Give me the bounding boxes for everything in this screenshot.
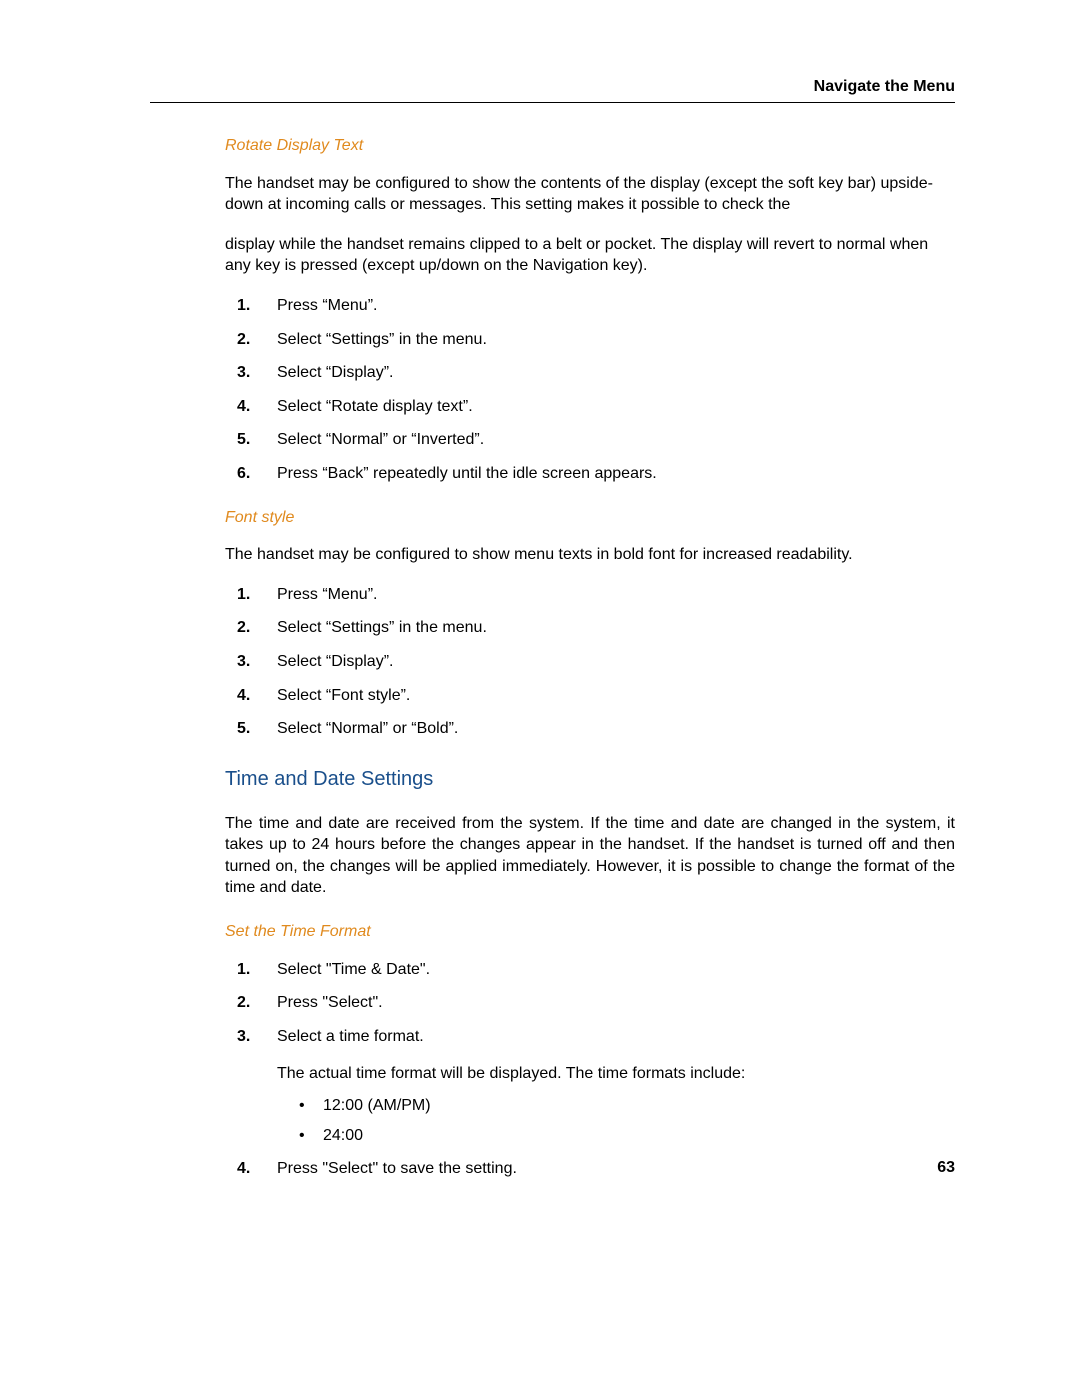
page-number: 63 [937,1159,955,1177]
time-date-intro: The time and date are received from the … [225,813,955,899]
time-format-bullets: 12:00 (AM/PM) 24:00 [277,1095,955,1146]
bullet-item: 12:00 (AM/PM) [299,1095,955,1117]
step-item: Select "Time & Date". [255,959,955,981]
font-style-steps: Press “Menu”. Select “Settings” in the m… [225,584,955,740]
step-item: Press “Menu”. [255,295,955,317]
step-item: Select “Display”. [255,362,955,384]
bullet-item: 24:00 [299,1125,955,1147]
rotate-display-para-2: display while the handset remains clippe… [225,234,955,277]
page-content: Rotate Display Text The handset may be c… [225,135,955,1180]
step-item: Select “Normal” or “Inverted”. [255,429,955,451]
step-item: Select “Display”. [255,651,955,673]
subheading-font-style: Font style [225,507,955,529]
running-head: Navigate the Menu [150,78,955,103]
step-item: Press "Select" to save the setting. [255,1158,955,1180]
running-title: Navigate the Menu [814,78,955,95]
step-item: Press “Back” repeatedly until the idle s… [255,463,955,485]
step-item: Select “Normal” or “Bold”. [255,718,955,740]
step-item: Select “Font style”. [255,685,955,707]
step-item: Select a time format. The actual time fo… [255,1026,955,1146]
step-text: Select a time format. [277,1028,424,1045]
set-time-format-steps: Select "Time & Date". Press "Select". Se… [225,959,955,1180]
step-item: Select “Settings” in the menu. [255,617,955,639]
step-item: Press “Menu”. [255,584,955,606]
step-item: Select “Rotate display text”. [255,396,955,418]
document-page: Navigate the Menu Rotate Display Text Th… [0,0,1080,1397]
subheading-set-time-format: Set the Time Format [225,921,955,943]
font-style-para-1: The handset may be configured to show me… [225,544,955,566]
step-note: The actual time format will be displayed… [277,1063,955,1085]
step-item: Select “Settings” in the menu. [255,329,955,351]
subheading-rotate-display: Rotate Display Text [225,135,955,157]
section-title-time-date: Time and Date Settings [225,766,955,793]
rotate-display-steps: Press “Menu”. Select “Settings” in the m… [225,295,955,485]
step-item: Press "Select". [255,992,955,1014]
rotate-display-para-1: The handset may be configured to show th… [225,173,955,216]
